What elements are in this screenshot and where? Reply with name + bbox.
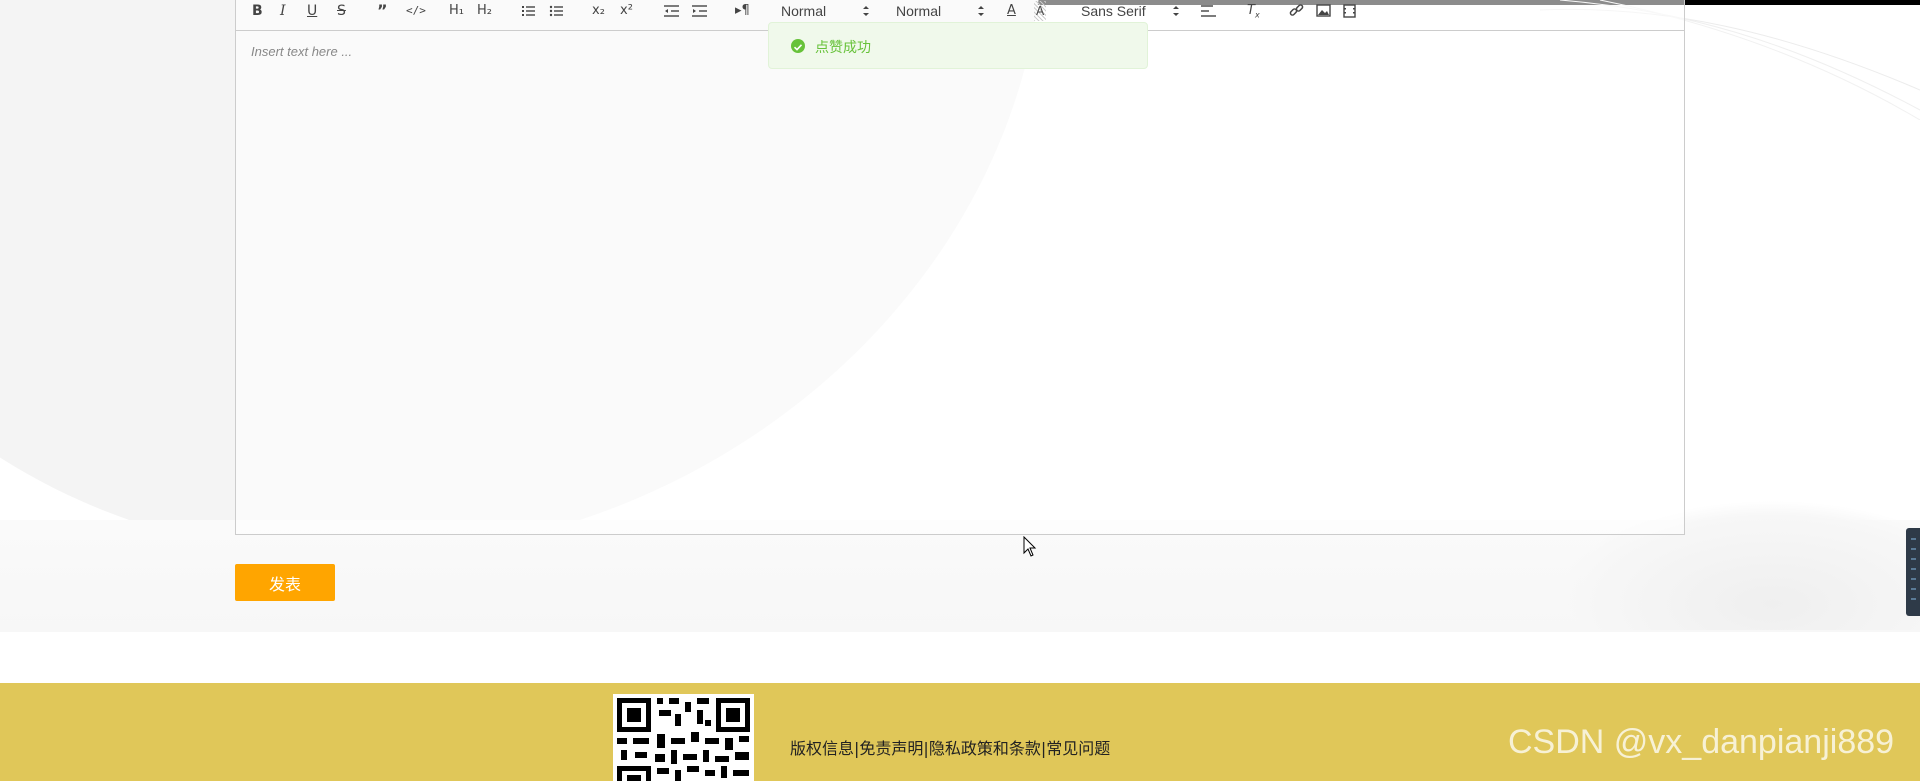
chevron-updown-icon — [978, 6, 984, 16]
mouse-cursor-icon — [1023, 536, 1037, 557]
text-color-icon[interactable]: A — [1007, 1, 1016, 21]
success-toast: 点赞成功 — [768, 22, 1148, 69]
underline-icon[interactable]: U — [307, 1, 317, 21]
text-direction-icon[interactable]: ▸¶ — [735, 1, 750, 21]
subscript-icon[interactable]: x₂ — [592, 1, 605, 21]
link-icon[interactable] — [1289, 1, 1304, 21]
footer-links: 版权信息|免责声明|隐私政策和条款|常见问题 — [790, 735, 1110, 759]
font-picker-value: Sans Serif — [1081, 3, 1146, 19]
footer-link-disclaimer[interactable]: 免责声明 — [859, 739, 923, 758]
footer-link-faq[interactable]: 常见问题 — [1046, 739, 1110, 758]
italic-icon[interactable]: I — [280, 1, 286, 21]
size-picker[interactable]: Normal — [896, 1, 986, 21]
align-icon[interactable] — [1201, 1, 1216, 21]
ordered-list-icon[interactable] — [521, 1, 535, 21]
size-picker-value: Normal — [896, 3, 942, 19]
side-panel-handle[interactable] — [1906, 528, 1920, 616]
bold-icon[interactable]: B — [252, 1, 263, 21]
code-block-icon[interactable]: </> — [406, 1, 426, 21]
rich-text-editor: B I U S ” </> H₁ H₂ x₂ x² ▸¶ Normal Norm… — [235, 0, 1685, 535]
chevron-updown-icon — [863, 6, 869, 16]
qr-code — [613, 694, 754, 781]
superscript-icon[interactable]: x² — [620, 1, 633, 21]
outdent-icon[interactable] — [664, 1, 679, 21]
check-circle-icon — [791, 39, 805, 53]
bullet-list-icon[interactable] — [549, 1, 563, 21]
publish-button[interactable]: 发表 — [235, 564, 335, 601]
strike-icon[interactable]: S — [337, 1, 346, 21]
image-icon[interactable] — [1316, 1, 1331, 21]
heading-2-icon[interactable]: H₂ — [477, 1, 492, 21]
header-picker-value: Normal — [781, 3, 827, 19]
watermark: CSDN @vx_danpianji889 — [1508, 723, 1895, 761]
footer-link-privacy[interactable]: 隐私政策和条款 — [929, 739, 1041, 758]
editor-placeholder[interactable]: Insert text here ... — [251, 44, 352, 59]
footer-link-copyright[interactable]: 版权信息 — [790, 739, 854, 758]
toast-message: 点赞成功 — [815, 40, 871, 56]
video-icon[interactable] — [1343, 1, 1356, 21]
blockquote-icon[interactable]: ” — [377, 1, 388, 21]
clear-format-icon[interactable]: Tx — [1247, 1, 1260, 21]
footer: 版权信息|免责声明|隐私政策和条款|常见问题 CSDN @vx_danpianj… — [0, 683, 1920, 781]
header-picker[interactable]: Normal — [781, 1, 871, 21]
indent-icon[interactable] — [692, 1, 707, 21]
font-picker[interactable]: Sans Serif — [1081, 1, 1181, 21]
background-color-icon[interactable]: A — [1034, 1, 1047, 21]
heading-1-icon[interactable]: H₁ — [449, 1, 464, 21]
chevron-updown-icon — [1173, 6, 1179, 16]
